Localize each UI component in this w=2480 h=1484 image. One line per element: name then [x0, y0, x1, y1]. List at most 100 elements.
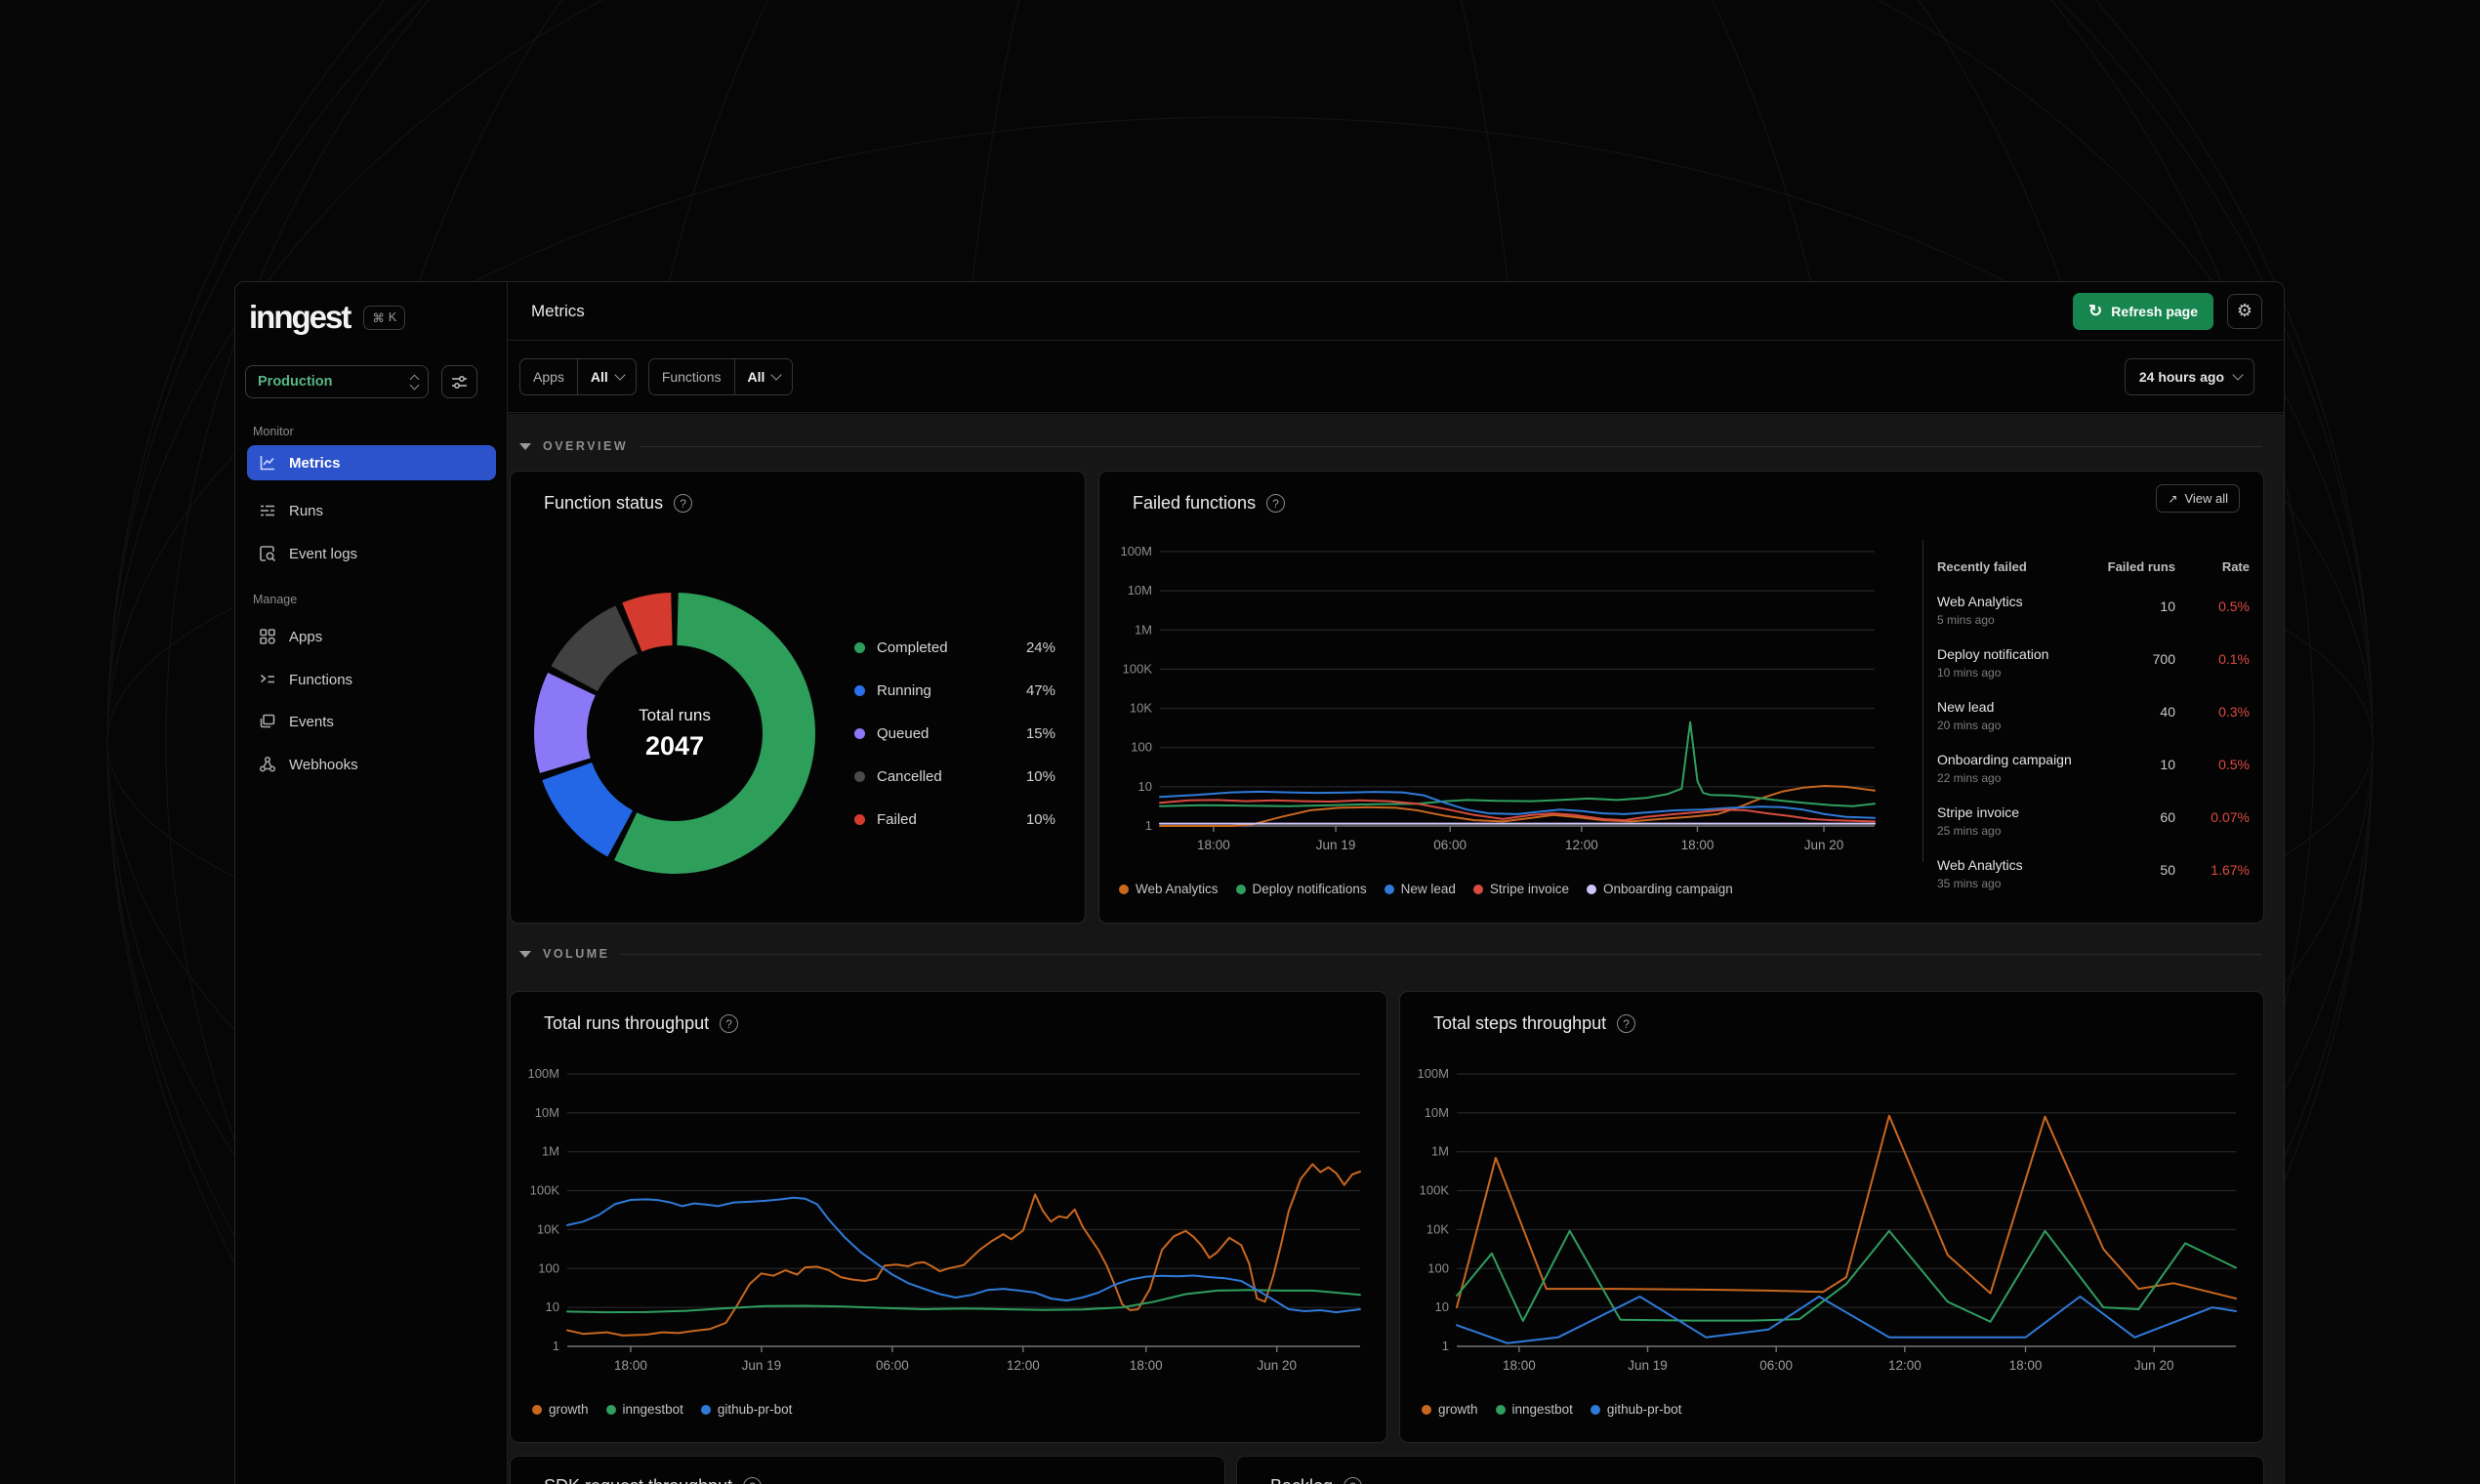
help-icon[interactable] [1343, 1477, 1363, 1484]
sidebar-item-runs[interactable]: Runs [247, 493, 496, 528]
legend-dot [854, 727, 865, 739]
refresh-page-button[interactable]: Refresh page [2073, 292, 2213, 330]
collapse-triangle-icon [519, 950, 531, 958]
svg-text:100: 100 [538, 1260, 559, 1275]
table-row[interactable]: New lead 20 mins ago 40 0.3% [1937, 696, 2250, 749]
time-range-select[interactable]: 24 hours ago [2124, 357, 2254, 395]
svg-text:10K: 10K [537, 1221, 559, 1236]
table-row[interactable]: Web Analytics 5 mins ago 10 0.5% [1937, 591, 2250, 643]
function-status-legend: Completed 24% Running 47% Queued 15% Can… [854, 626, 1055, 841]
legend-dot [1586, 884, 1596, 894]
legend-item: Deploy notifications [1235, 882, 1367, 896]
apps-grid-icon [259, 628, 276, 645]
svg-text:10: 10 [1435, 1299, 1449, 1314]
svg-text:100M: 100M [1120, 544, 1152, 558]
topbar: Metrics Refresh page [508, 282, 2284, 341]
legend-item: New lead [1384, 882, 1456, 896]
settings-gear-button[interactable] [2227, 293, 2262, 329]
sidebar-item-webhooks[interactable]: Webhooks [247, 747, 496, 782]
sidebar-item-functions[interactable]: Functions [247, 662, 496, 697]
legend-dot [1422, 1404, 1431, 1415]
svg-text:Jun 20: Jun 20 [2134, 1358, 2174, 1373]
svg-text:100M: 100M [1417, 1066, 1449, 1081]
environment-select[interactable]: Production [245, 365, 429, 398]
svg-text:18:00: 18:00 [1503, 1358, 1536, 1373]
card-title: Failed functions [1133, 493, 1257, 513]
card-title: Total steps throughput [1433, 1013, 1607, 1033]
table-row[interactable]: Stripe invoice 25 mins ago 60 0.07% [1937, 802, 2250, 854]
apps-filter[interactable]: Apps All [519, 357, 637, 395]
legend-dot [1235, 884, 1246, 894]
failed-functions-card: Failed functions View all 11010010K100K1… [1098, 471, 2264, 924]
table-row[interactable]: Deploy notification 10 mins ago 700 0.1% [1937, 643, 2250, 696]
page-title: Metrics [531, 301, 585, 320]
svg-text:10K: 10K [1130, 701, 1152, 716]
legend-dot [700, 1404, 711, 1415]
table-header: Recently failed Failed runs Rate [1937, 559, 2250, 574]
svg-text:12:00: 12:00 [1888, 1358, 1922, 1373]
app-window: inngest ⌘ K Production Monitor Metrics R… [234, 281, 2285, 1484]
legend-dot [854, 641, 865, 653]
svg-text:06:00: 06:00 [1433, 838, 1467, 852]
functions-icon [259, 671, 276, 688]
total-steps-throughput-card: Total steps throughput 1 10 100 10K 100K 1M 10… [1399, 991, 2264, 1443]
svg-text:100K: 100K [530, 1183, 560, 1198]
overview-section-header[interactable]: OVERVIEW [519, 435, 2262, 457]
table-row[interactable]: Web Analytics 35 mins ago 50 1.67% [1937, 854, 2250, 907]
svg-text:Jun 20: Jun 20 [1804, 838, 1844, 852]
table-row[interactable]: Onboarding campaign 22 mins ago 10 0.5% [1937, 749, 2250, 802]
recently-failed-table: Recently failed Failed runs Rate Web Ana… [1937, 559, 2250, 907]
svg-text:1M: 1M [1135, 622, 1152, 637]
function-status-donut-chart [534, 593, 815, 874]
legend-item-running: Running 47% [854, 669, 1055, 712]
total-runs-throughput-card: Total runs throughput 1 10 100 10K 100K 1M 10M… [510, 991, 1387, 1443]
help-icon[interactable] [743, 1477, 763, 1484]
legend-item-queued: Queued 15% [854, 712, 1055, 755]
help-icon[interactable] [1266, 494, 1286, 513]
chevron-down-icon [770, 369, 783, 381]
svg-text:1M: 1M [1431, 1144, 1449, 1159]
failed-functions-line-chart: 1 10 100 10K 100K 1M 10M 100M 18:00 Jun 19 06:00 12… [1120, 544, 1876, 852]
help-icon[interactable] [720, 1014, 739, 1033]
command-k-shortcut[interactable]: ⌘ K [363, 305, 406, 330]
card-title: SDK request throughput [544, 1476, 732, 1484]
legend-dot [854, 770, 865, 782]
legend-dot [854, 813, 865, 825]
nav-section-manage: Manage [253, 593, 298, 606]
legend-dot [605, 1404, 616, 1415]
svg-text:10: 10 [546, 1299, 559, 1314]
svg-text:12:00: 12:00 [1565, 838, 1598, 852]
sidebar-item-event-logs[interactable]: Event logs [247, 536, 496, 571]
svg-text:18:00: 18:00 [1197, 838, 1230, 852]
svg-text:100M: 100M [527, 1066, 559, 1081]
sliders-icon [452, 375, 467, 389]
svg-text:1: 1 [1442, 1339, 1449, 1353]
view-all-button[interactable]: View all [2156, 484, 2240, 513]
total-runs-line-chart: 1 10 100 10K 100K 1M 10M 100M 18:00 Jun 19 06:00 12… [527, 1066, 1361, 1373]
backlog-card: Backlog [1236, 1456, 2264, 1484]
volume-section-header[interactable]: VOLUME [519, 943, 2262, 965]
legend-dot [854, 684, 865, 696]
svg-text:Jun 20: Jun 20 [1257, 1358, 1297, 1373]
card-title: Total runs throughput [544, 1013, 710, 1033]
divider [1922, 540, 1923, 862]
collapse-triangle-icon [519, 442, 531, 450]
svg-text:100: 100 [1427, 1260, 1449, 1275]
svg-text:Jun 19: Jun 19 [742, 1358, 782, 1373]
svg-text:10: 10 [1138, 779, 1152, 794]
event-logs-search-icon [259, 545, 276, 562]
total-runs-legend: growth inngestbot github-pr-bot [532, 1402, 792, 1417]
help-icon[interactable] [674, 494, 693, 513]
help-icon[interactable] [1617, 1014, 1636, 1033]
refresh-icon [2088, 302, 2102, 321]
sidebar-item-events[interactable]: Events [247, 704, 496, 739]
legend-dot [532, 1404, 542, 1415]
filter-bar: Apps All Functions All 24 hours ago [508, 341, 2284, 413]
functions-filter[interactable]: Functions All [647, 357, 794, 395]
svg-text:1: 1 [1145, 818, 1152, 833]
legend-item-cancelled: Cancelled 10% [854, 755, 1055, 798]
sidebar-item-metrics[interactable]: Metrics [247, 445, 496, 480]
svg-text:100: 100 [1131, 740, 1152, 755]
sidebar-item-apps[interactable]: Apps [247, 619, 496, 654]
env-filter-button[interactable] [441, 365, 477, 398]
